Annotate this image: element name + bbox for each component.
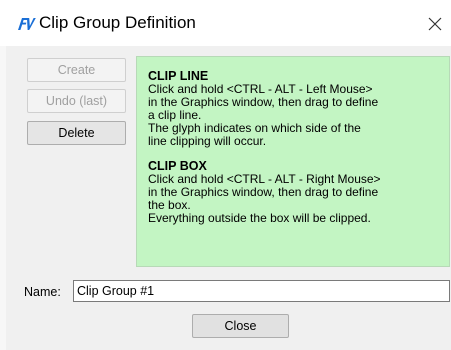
create-button[interactable]: Create [27,58,126,82]
close-button[interactable]: Close [192,314,289,338]
fv-logo-icon [16,16,36,32]
clip-group-dialog: Clip Group Definition Create Undo (last)… [0,0,451,350]
close-icon[interactable] [428,13,446,33]
name-label: Name: [24,285,61,299]
window-title: Clip Group Definition [39,13,196,32]
clip-box-instructions: Click and hold <CTRL - ALT - Right Mouse… [148,172,381,225]
window-edge [0,0,6,350]
instructions-panel: CLIP LINE Click and hold <CTRL - ALT - L… [136,56,450,267]
name-input[interactable] [73,280,450,302]
delete-button[interactable]: Delete [27,121,126,145]
title-bar[interactable]: Clip Group Definition [0,0,451,46]
clip-line-instructions: Click and hold <CTRL - ALT - Left Mouse>… [148,82,379,148]
undo-last-button[interactable]: Undo (last) [27,89,126,113]
